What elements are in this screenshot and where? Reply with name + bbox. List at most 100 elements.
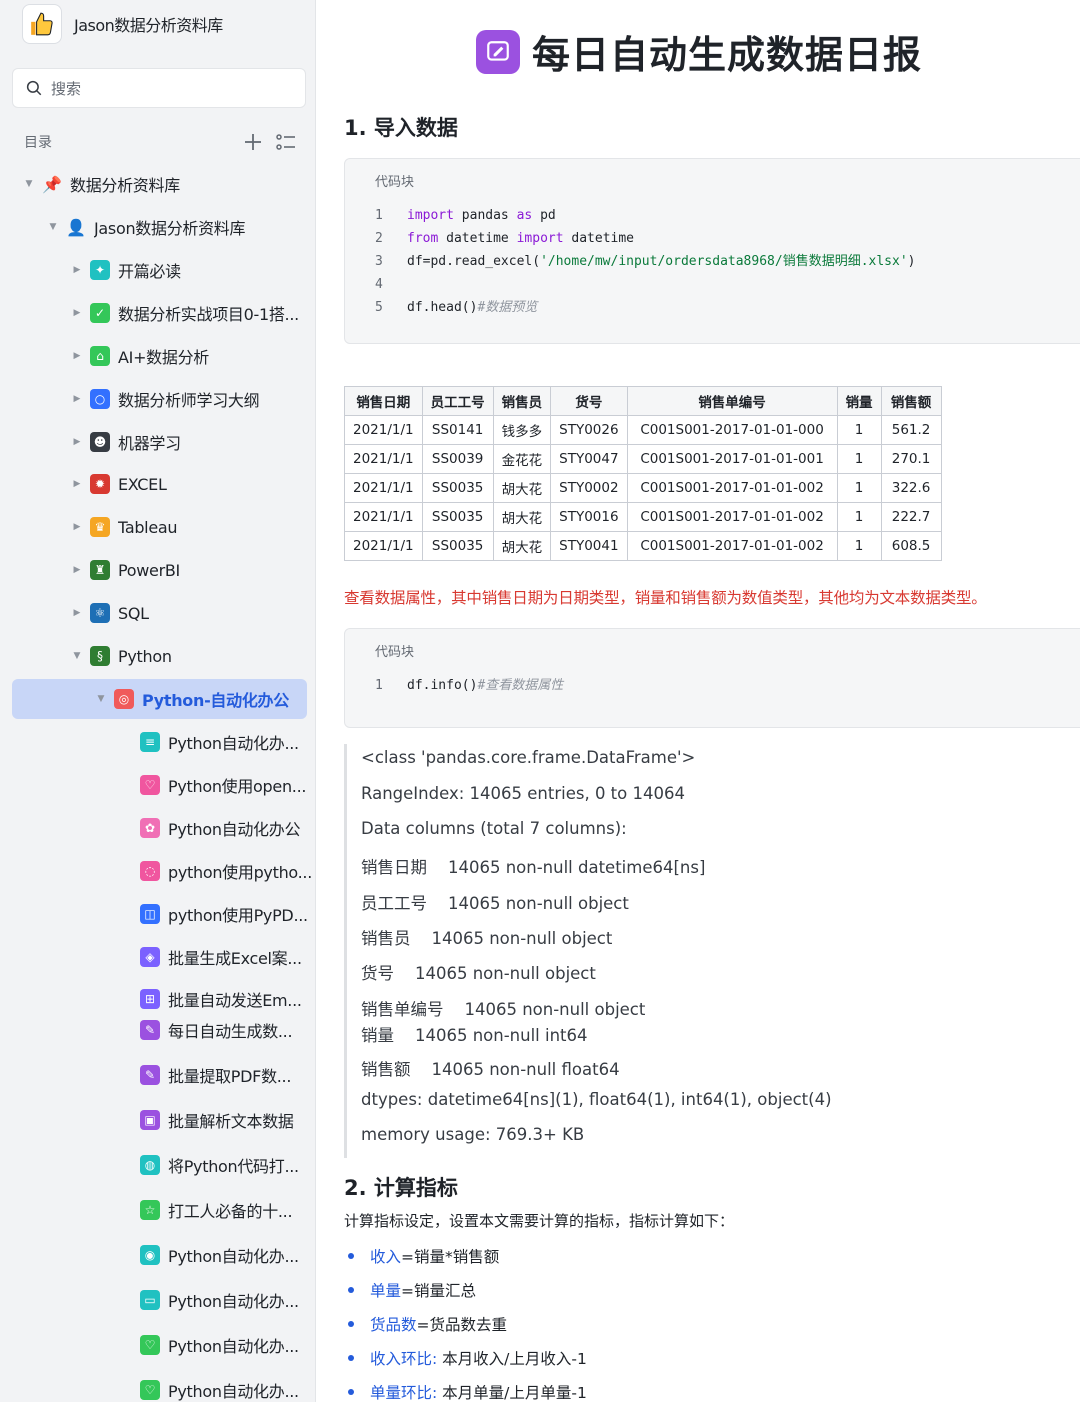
star-icon: ☆	[140, 1200, 160, 1220]
metric-term: 收入	[370, 1248, 402, 1266]
code-token: import	[516, 231, 564, 246]
sidebar-item[interactable]: ♡ Python自动化办...	[0, 1325, 315, 1365]
chevron-right-icon[interactable]: ▶	[70, 351, 84, 361]
table-header-cell: 销量	[836, 386, 882, 416]
sidebar-item[interactable]: ▶ ⌂ AI+数据分析	[0, 336, 315, 376]
sidebar-item-label: AI+数据分析	[118, 348, 209, 367]
data-preview-table: 销售日期 员工工号 销售员 货号 销售单编号 销量 销售额 2021/1/1 SS0141 钱多…	[344, 386, 942, 561]
chevron-right-icon[interactable]: ▶	[70, 437, 84, 447]
chevron-down-icon[interactable]: ▼	[22, 179, 36, 189]
table-cell: 270.1	[880, 444, 942, 474]
sidebar-item-label: 批量提取PDF数...	[168, 1067, 292, 1086]
table-cell: 2021/1/1	[344, 415, 423, 445]
sidebar-item[interactable]: ▼ ◎ Python-自动化办公	[12, 679, 307, 719]
package-icon: ◍	[140, 1155, 160, 1175]
chevron-right-icon[interactable]: ▶	[70, 522, 84, 532]
sidebar-item-label: EXCEL	[118, 474, 167, 494]
output-line: 销量 14065 non-null int64	[361, 1026, 588, 1045]
chevron-right-icon[interactable]: ▶	[70, 394, 84, 404]
chevron-right-icon[interactable]: ▶	[70, 608, 84, 618]
code-token: df.head()	[407, 300, 478, 315]
table-row: 2021/1/1 SS0035 胡大花 STY0016 C001S001-2017-01…	[344, 502, 942, 532]
sidebar-item-label: 数据分析师学习大纲	[118, 391, 260, 410]
metrics-description: 计算指标设定，设置本文需要计算的指标，指标计算如下：	[344, 1212, 735, 1230]
sidebar-item[interactable]: ▼ 📌 数据分析资料库	[0, 164, 315, 204]
sidebar-item[interactable]: ♡ Python自动化办...	[0, 1370, 315, 1402]
code-block-label: 代码块	[375, 175, 415, 190]
shield-icon: ◈	[140, 947, 160, 967]
sidebar-item-label: Jason数据分析资料库	[94, 219, 246, 238]
code-token: df.info()	[407, 678, 478, 693]
sidebar-item[interactable]: ◍ 将Python代码打...	[0, 1145, 315, 1185]
chevron-right-icon[interactable]: ▶	[70, 265, 84, 275]
sidebar-item-label: 数据分析资料库	[70, 176, 180, 195]
sidebar-item[interactable]: ◫ python使用PyPD...	[0, 894, 315, 934]
snake-icon: §	[90, 646, 110, 666]
sidebar-item[interactable]: ▶ ○ 数据分析师学习大纲	[0, 379, 315, 419]
output-line: 销售单编号 14065 non-null object	[361, 1000, 646, 1019]
chevron-right-icon[interactable]: ▶	[70, 565, 84, 575]
sidebar-item[interactable]: ▶ ✓ 数据分析实战项目0-1搭...	[0, 293, 315, 333]
code-block-info[interactable]: 代码块 1 df.info()#查看数据属性	[344, 628, 1080, 728]
chevron-down-icon[interactable]: ▼	[46, 222, 60, 232]
table-header-cell: 销售员	[492, 386, 552, 416]
metric-term: 收入环比:	[370, 1350, 438, 1368]
sidebar-item[interactable]: ▶ ♜ PowerBI	[0, 550, 315, 590]
sidebar-item[interactable]: ☆ 打工人必备的十...	[0, 1190, 315, 1230]
sidebar-item[interactable]: ▼ § Python	[0, 636, 315, 676]
section-heading-import: 1. 导入数据	[344, 116, 458, 140]
sidebar-item[interactable]: ✎ 每日自动生成数...	[0, 1010, 315, 1050]
list-settings-icon[interactable]	[276, 133, 296, 151]
gamepad-icon: ◫	[140, 904, 160, 924]
sidebar-item[interactable]: ◉ Python自动化办...	[0, 1235, 315, 1275]
metric-list-item: 收入环比: 本月收入/上月收入-1	[344, 1347, 587, 1369]
chevron-down-icon[interactable]: ▼	[94, 694, 108, 704]
add-icon[interactable]	[244, 133, 262, 151]
edit-icon: ✎	[140, 1065, 160, 1085]
sidebar-item[interactable]: ▶ ☻ 机器学习	[0, 422, 315, 462]
sidebar-item[interactable]: ▣ 批量解析文本数据	[0, 1100, 315, 1140]
sidebar-item[interactable]: ▶ ♛ Tableau	[0, 507, 315, 547]
chevron-right-icon[interactable]: ▶	[70, 308, 84, 318]
table-cell: 608.5	[880, 531, 942, 561]
sidebar-item[interactable]: ▶ ✦ 开篇必读	[0, 250, 315, 290]
chevron-down-icon[interactable]: ▼	[70, 651, 84, 661]
sidebar-item-label: Python自动化办...	[168, 1292, 299, 1311]
sidebar-item[interactable]: ◌ python使用pytho...	[0, 851, 315, 891]
line-number: 1	[375, 678, 383, 693]
output-line: 货号 14065 non-null object	[361, 964, 596, 983]
sidebar-item[interactable]: ✎ 批量提取PDF数...	[0, 1055, 315, 1095]
table-cell: 1	[836, 502, 882, 532]
bullet-dot-icon	[348, 1321, 354, 1327]
bullet-dot-icon	[348, 1253, 354, 1259]
doc-title: 每日自动生成数据日报	[476, 24, 922, 79]
code-token: pd	[532, 208, 556, 223]
data-attribute-note: 查看数据属性，其中销售日期为日期类型，销量和销售额为数值类型，其他均为文本数据类…	[344, 589, 987, 607]
sidebar-item[interactable]: ▶ ⚛ SQL	[0, 593, 315, 633]
output-line: dtypes: datetime64[ns](1), float64(1), i…	[361, 1090, 832, 1109]
sidebar-item[interactable]: ♡ Python使用open...	[0, 765, 315, 805]
sidebar-item-label: Python自动化办...	[168, 1247, 299, 1266]
code-block-import[interactable]: 代码块 1 import pandas as pd 2 from datetime i…	[344, 158, 1080, 344]
chevron-right-icon[interactable]: ▶	[70, 479, 84, 489]
edit-note-icon	[476, 29, 520, 74]
sidebar-item[interactable]: ✿ Python自动化办公	[0, 808, 315, 848]
app-header[interactable]: Jason数据分析资料库	[22, 4, 223, 44]
table-cell: 322.6	[880, 473, 942, 503]
table-row: 2021/1/1 SS0035 胡大花 STY0041 C001S001-2017-01…	[344, 531, 942, 561]
table-header-cell: 货号	[550, 386, 628, 416]
code-token: datetime	[438, 231, 517, 246]
metric-list-item: 货品数 =货品数去重	[344, 1313, 507, 1335]
sidebar-item[interactable]: ≡ Python自动化办...	[0, 722, 315, 762]
metric-formula: =销量汇总	[401, 1282, 477, 1300]
sidebar-item[interactable]: ▭ Python自动化办...	[0, 1280, 315, 1320]
search-input[interactable]: 搜索	[12, 68, 306, 108]
sidebar-item[interactable]: ▶ ✹ EXCEL	[0, 464, 315, 504]
sidebar-item-label: Python自动化办公	[168, 820, 301, 839]
pin-icon: 📌	[42, 174, 62, 194]
table-row: 2021/1/1 SS0039 金花花 STY0047 C001S001-2017-01…	[344, 444, 942, 474]
line-number: 5	[375, 300, 383, 315]
sidebar-item[interactable]: ▼ 👤 Jason数据分析资料库	[0, 207, 315, 247]
sidebar-item-label: 批量自动发送Em...	[168, 991, 302, 1010]
sidebar-item[interactable]: ◈ 批量生成Excel案...	[0, 937, 315, 977]
